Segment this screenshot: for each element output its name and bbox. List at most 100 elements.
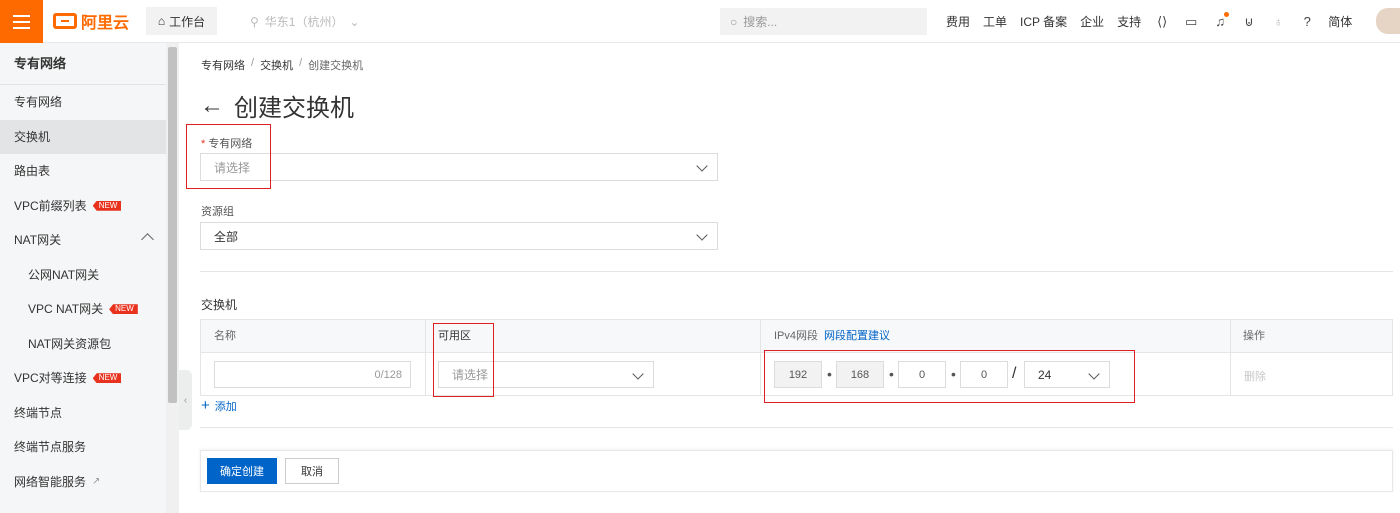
aliyun-logo-icon xyxy=(53,13,77,29)
scroll-thumb[interactable] xyxy=(168,47,177,403)
ip-octet-1[interactable]: 192 xyxy=(774,361,822,388)
sidebar-item-network-intelligence[interactable]: 网络智能服务 ↗ xyxy=(0,465,166,500)
resource-group-label: 资源组 xyxy=(201,206,234,218)
cart-icon[interactable]: ⊍ xyxy=(1241,14,1257,30)
link-enterprise[interactable]: 企业 xyxy=(1080,13,1104,30)
vswitch-name-input[interactable]: 0/128 xyxy=(214,361,411,388)
cidr-suggestion-link[interactable]: 网段配置建议 xyxy=(824,330,890,342)
cancel-button[interactable]: 取消 xyxy=(285,458,339,484)
chevron-down-icon: ⌄ xyxy=(349,14,360,29)
sidebar-item-label: 终端节点 xyxy=(14,405,63,420)
sidebar-item-vswitch[interactable]: 交换机 xyxy=(0,119,166,154)
sidebar-item-endpoint-service[interactable]: 终端节点服务 xyxy=(0,430,166,465)
sidebar-item-endpoint[interactable]: 终端节点 xyxy=(0,396,166,431)
resource-group-select[interactable]: 全部 xyxy=(200,222,718,250)
cidr-slash: / xyxy=(1012,365,1017,382)
sidebar-scrollbar[interactable] xyxy=(166,43,179,513)
collapse-sidebar-button[interactable]: ‹ xyxy=(179,370,192,430)
chevron-down-icon xyxy=(1088,368,1100,380)
sidebar-item-label: VPC NAT网关 xyxy=(28,302,104,316)
ip-octet-4[interactable]: 0 xyxy=(960,361,1008,388)
link-support[interactable]: 支持 xyxy=(1117,13,1141,30)
ip-octet-2[interactable]: 168 xyxy=(836,361,884,388)
required-mark: * xyxy=(201,138,206,150)
ip-dot: • xyxy=(889,366,894,382)
search-icon: ○ xyxy=(730,14,738,29)
avatar[interactable] xyxy=(1376,8,1400,34)
ip-octet-3[interactable]: 0 xyxy=(898,361,946,388)
sidebar-item-nat-package[interactable]: NAT网关资源包 xyxy=(0,327,166,362)
menu-icon[interactable] xyxy=(0,0,43,43)
page-title: ← 创建交换机 xyxy=(200,88,354,123)
char-counter: 0/128 xyxy=(374,368,402,381)
confirm-create-button[interactable]: 确定创建 xyxy=(207,458,277,484)
ip-dot: • xyxy=(951,366,956,382)
breadcrumb-separator: / xyxy=(299,57,303,69)
back-arrow-icon[interactable]: ← xyxy=(200,93,224,118)
workbench-label: 工作台 xyxy=(169,14,206,29)
mask-value: 24 xyxy=(1038,367,1052,382)
aliyun-logo[interactable]: 阿里云 xyxy=(53,10,129,32)
search-input[interactable]: ○ 搜索... xyxy=(720,8,927,35)
sidebar-item-vpc-peering[interactable]: VPC对等连接 NEW xyxy=(0,361,166,396)
sidebar-item-public-nat[interactable]: 公网NAT网关 xyxy=(0,258,166,293)
vpc-label-text: 专有网络 xyxy=(208,138,253,150)
sidebar-item-label: 交换机 xyxy=(14,129,51,144)
breadcrumb-vswitch[interactable]: 交换机 xyxy=(260,57,293,73)
delete-row-button[interactable]: 删除 xyxy=(1244,368,1266,384)
footer-action-bar xyxy=(200,450,1393,492)
workbench-button[interactable]: ⌂ 工作台 xyxy=(146,7,217,35)
region-selector[interactable]: ⚲ 华东1（杭州） ⌄ xyxy=(250,13,360,30)
lightbulb-icon[interactable]: ♁ xyxy=(1270,14,1286,30)
link-fees[interactable]: 费用 xyxy=(946,13,970,30)
chevron-left-icon: ‹ xyxy=(183,394,188,406)
language-switch[interactable]: 简体 xyxy=(1328,13,1352,30)
sidebar-item-label: 专有网络 xyxy=(14,95,63,109)
breadcrumb-separator: / xyxy=(251,57,255,69)
plus-icon: + xyxy=(201,397,210,414)
mask-select[interactable]: 24 xyxy=(1024,361,1110,388)
code-icon[interactable]: ⟨⟩ xyxy=(1154,14,1170,30)
sidebar-title: 专有网络 xyxy=(0,43,166,85)
sidebar-item-vpc[interactable]: 专有网络 xyxy=(0,85,166,120)
top-navigation-bar: 阿里云 ⌂ 工作台 ⚲ 华东1（杭州） ⌄ ○ 搜索... 费用 工单 ICP … xyxy=(0,0,1400,43)
zone-select[interactable]: 请选择 xyxy=(438,361,654,388)
terminal-icon[interactable]: ▭ xyxy=(1183,14,1199,30)
sidebar-item-label: 终端节点服务 xyxy=(14,440,87,454)
help-icon[interactable]: ? xyxy=(1299,14,1315,30)
breadcrumb-vpc[interactable]: 专有网络 xyxy=(201,57,245,73)
add-vswitch-button[interactable]: + 添加 xyxy=(201,398,237,414)
resource-group-value: 全部 xyxy=(214,229,239,244)
brand-name: 阿里云 xyxy=(81,15,130,32)
sidebar-item-label: NAT网关资源包 xyxy=(28,336,112,351)
chevron-down-icon xyxy=(632,368,644,380)
link-icp[interactable]: ICP 备案 xyxy=(1020,13,1067,30)
chevron-down-icon xyxy=(696,229,708,241)
column-divider xyxy=(760,320,761,395)
new-badge: NEW xyxy=(92,200,122,211)
sidebar-item-route-table[interactable]: 路由表 xyxy=(0,154,166,189)
link-tickets[interactable]: 工单 xyxy=(983,13,1007,30)
sidebar-item-vpc-prefix-list[interactable]: VPC前缀列表 NEW xyxy=(0,189,166,224)
ip-dot: • xyxy=(827,366,832,382)
table-header: 名称 可用区 IPv4网段 网段配置建议 操作 xyxy=(201,320,1392,353)
bell-icon[interactable]: ♫ xyxy=(1212,11,1230,30)
column-divider xyxy=(425,320,426,395)
sidebar-item-nat-gateway[interactable]: NAT网关 xyxy=(0,223,166,258)
add-label: 添加 xyxy=(214,401,237,413)
sidebar-item-label: 网络智能服务 xyxy=(14,474,87,489)
section-divider xyxy=(200,271,1393,272)
sidebar-item-label: VPC前缀列表 xyxy=(14,198,87,213)
sidebar-item-vpc-nat[interactable]: VPC NAT网关 NEW xyxy=(0,292,166,327)
zone-select-placeholder: 请选择 xyxy=(452,368,489,382)
notification-dot xyxy=(1224,11,1230,17)
sidebar: 专有网络 专有网络 交换机 路由表 VPC前缀列表 NEW NAT网关 公网NAT… xyxy=(0,43,166,513)
vpc-field-label: * 专有网络 xyxy=(201,135,252,151)
new-badge: NEW xyxy=(92,373,122,384)
location-icon: ⚲ xyxy=(250,14,259,29)
sidebar-item-label: NAT网关 xyxy=(14,233,62,247)
breadcrumb-current: 创建交换机 xyxy=(308,60,364,72)
section-title: 交换机 xyxy=(201,298,238,312)
header-name: 名称 xyxy=(214,330,236,342)
vpc-select[interactable]: 请选择 xyxy=(200,153,718,181)
